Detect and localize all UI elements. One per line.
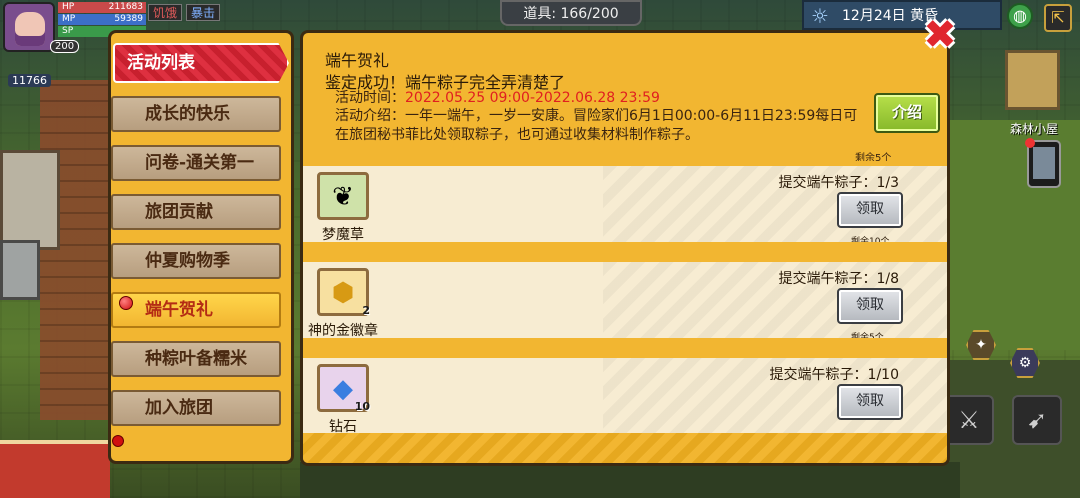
sword-icon[interactable]: ⚔ bbox=[944, 395, 994, 445]
red-roof bbox=[0, 440, 110, 498]
side-counter: 11766 bbox=[8, 74, 51, 87]
menu-item-label: 问卷-通关第一 bbox=[145, 153, 255, 173]
menu-item-label: 旅团贡献 bbox=[145, 202, 213, 222]
bottom-ground bbox=[300, 462, 960, 498]
mp-label: MP bbox=[62, 14, 76, 24]
notification-dot bbox=[1025, 138, 1035, 148]
activity-time: 活动时间：2022.05.25 09:00-2022.06.28 23:59 bbox=[335, 87, 660, 107]
remaining-count: 剩余5个 bbox=[851, 333, 884, 343]
item-name: 神的金徽章 bbox=[308, 323, 378, 339]
status-hunger-badge[interactable]: 饥饿 bbox=[148, 4, 183, 21]
remaining-count: 剩余10个 bbox=[851, 237, 890, 247]
panel-footer bbox=[303, 433, 947, 463]
inventory-capacity[interactable]: 道具: 166/200 bbox=[500, 0, 642, 26]
game-date: 12月24日 黄昏 bbox=[802, 0, 1002, 30]
mp-value: 59389 bbox=[114, 14, 143, 24]
item-name: 梦魔草 bbox=[322, 227, 364, 243]
menu-item-growth[interactable]: 成长的快乐 bbox=[111, 96, 281, 132]
menu-item-label: 成长的快乐 bbox=[145, 104, 230, 124]
item-count: 10 bbox=[354, 400, 370, 413]
notification-dot bbox=[112, 435, 124, 447]
player-level: 200 bbox=[50, 40, 80, 53]
hp-bar: HP 211683 bbox=[58, 2, 146, 13]
menu-item-label: 仲夏购物季 bbox=[145, 251, 230, 271]
plant-icon: ❦ bbox=[332, 182, 354, 212]
menu-item-guild-contribution[interactable]: 旅团贡献 bbox=[111, 194, 281, 230]
network-globe-icon[interactable]: ◍ bbox=[1007, 3, 1033, 29]
menu-item-label: 端午贺礼 bbox=[145, 300, 213, 320]
activity-side-menu: 活动列表 成长的快乐 问卷-通关第一 旅团贡献 仲夏购物季 端午贺礼 种粽叶备糯… bbox=[108, 30, 294, 464]
submit-progress: 提交端午粽子：1/10 bbox=[769, 367, 899, 383]
menu-item-label: 加入旅团 bbox=[145, 398, 213, 418]
activity-time-label: 活动时间： bbox=[335, 90, 405, 106]
menu-item-label: 种粽叶备糯米 bbox=[145, 349, 247, 369]
close-icon[interactable]: ✖ bbox=[922, 15, 958, 55]
exit-icon[interactable]: ⇱ bbox=[1044, 4, 1072, 32]
claim-button[interactable]: 领取 bbox=[837, 288, 903, 324]
notification-dot bbox=[119, 296, 133, 310]
brick-wall bbox=[40, 80, 110, 420]
panel-title: 端午贺礼 bbox=[325, 51, 390, 70]
reward-row: ❦ 梦魔草 提交端午粽子：1/3 领取 剩余10个 bbox=[303, 161, 947, 247]
status-crit-badge[interactable]: 暴击 bbox=[186, 4, 221, 21]
reward-row: ◆ 10 钻石 提交端午粽子：1/10 领取 bbox=[303, 353, 947, 439]
menu-item-summer-shopping[interactable]: 仲夏购物季 bbox=[111, 243, 281, 279]
left-building-lower bbox=[0, 240, 40, 300]
sun-icon: ☼ bbox=[811, 4, 829, 28]
activity-time-value: 2022.05.25 09:00-2022.06.28 23:59 bbox=[405, 90, 660, 106]
menu-item-dragon-boat[interactable]: 端午贺礼 bbox=[111, 292, 281, 328]
hp-value: 211683 bbox=[108, 2, 143, 12]
item-slot[interactable]: ⬢ 2 bbox=[317, 268, 370, 317]
submit-progress: 提交端午粽子：1/3 bbox=[778, 175, 899, 191]
menu-item-join-guild[interactable]: 加入旅团 bbox=[111, 390, 281, 426]
bow-icon[interactable]: ➹ bbox=[1012, 395, 1062, 445]
item-slot[interactable]: ◆ 10 bbox=[317, 364, 370, 413]
sp-label: SP bbox=[62, 26, 74, 36]
menu-item-plant-leaves[interactable]: 种粽叶备糯米 bbox=[111, 341, 281, 377]
hp-label: HP bbox=[62, 2, 75, 12]
item-slot[interactable]: ❦ bbox=[317, 172, 369, 220]
menu-item-survey[interactable]: 问卷-通关第一 bbox=[111, 145, 281, 181]
activity-intro: 活动介绍：一年一端午，一岁一安康。冒险家们6月1日00:00-6月11日23:5… bbox=[335, 108, 858, 143]
activity-list-header: 活动列表 bbox=[113, 43, 289, 83]
mp-bar: MP 59389 bbox=[58, 14, 146, 25]
gold-badge-icon: ⬢ bbox=[331, 278, 355, 308]
reward-row: ⬢ 2 神的金徽章 提交端午粽子：1/8 领取 剩余5个 bbox=[303, 257, 947, 343]
claim-button[interactable]: 领取 bbox=[837, 384, 903, 420]
reward-list[interactable]: 剩余5个 ❦ 梦魔草 提交端午粽子：1/3 领取 剩余10个 ⬢ 2 神的金徽章… bbox=[303, 149, 947, 449]
claim-button[interactable]: 领取 bbox=[837, 192, 903, 228]
player-avatar[interactable] bbox=[3, 2, 55, 52]
location-label: 森林小屋 bbox=[1010, 122, 1059, 136]
intro-button[interactable]: 介绍 bbox=[874, 93, 940, 133]
item-count: 2 bbox=[362, 304, 370, 317]
submit-progress: 提交端午粽子：1/8 bbox=[778, 271, 899, 287]
activity-detail-panel: 端午贺礼 鉴定成功！端午粽子完全弄清楚了 活动时间：2022.05.25 09:… bbox=[300, 30, 950, 466]
left-building bbox=[0, 150, 60, 250]
forest-cabin-minimap[interactable] bbox=[1005, 50, 1060, 110]
